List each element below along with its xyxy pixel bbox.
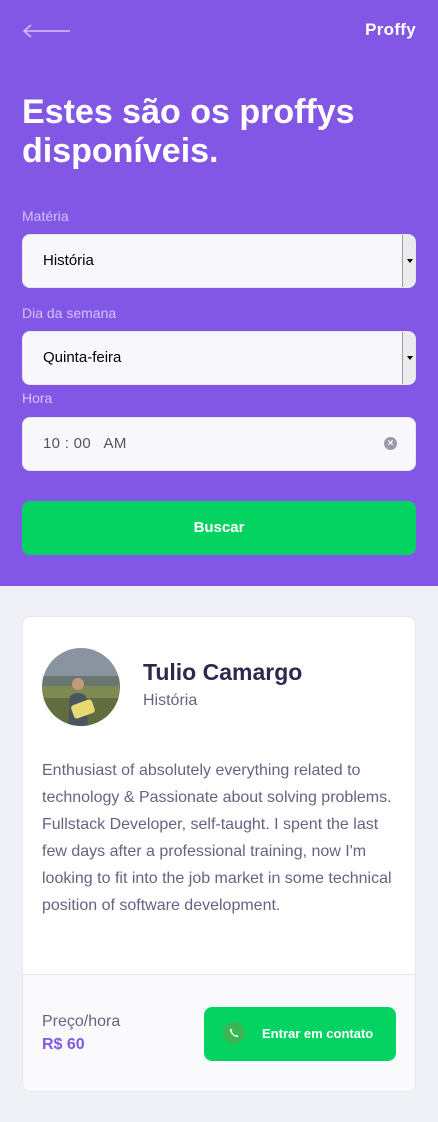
chevron-down-icon[interactable] (402, 332, 415, 384)
weekday-label: Dia da semana (22, 305, 117, 321)
price-value: R$ 60 (42, 1036, 85, 1053)
card-footer: Preço/hora R$ 60 Entrar em contato (23, 974, 415, 1091)
price-label: Preço/hora (42, 1013, 121, 1030)
page-header: Proffy Estes são os proffys disponíveis.… (0, 0, 438, 586)
chevron-down-icon[interactable] (402, 235, 415, 287)
search-button[interactable]: Buscar (22, 501, 416, 555)
avatar (42, 648, 120, 726)
subject-select-value: História (43, 252, 94, 269)
contact-button[interactable]: Entrar em contato (204, 1007, 396, 1061)
teacher-card: Tulio Camargo História Enthusiast of abs… (22, 616, 416, 1092)
weekday-select-value: Quinta-feira (43, 349, 122, 366)
contact-button-label: Entrar em contato (262, 1026, 374, 1041)
teacher-subject: História (143, 692, 198, 709)
teacher-name: Tulio Camargo (143, 659, 303, 685)
subject-label: Matéria (22, 208, 69, 224)
arrow-left-icon[interactable] (22, 22, 72, 40)
clear-icon[interactable]: × (384, 437, 397, 450)
subject-select[interactable]: História (22, 234, 416, 288)
page-title: Estes são os proffys disponíveis. (22, 93, 355, 170)
time-input-value: 10 : 00 AM (43, 435, 127, 452)
time-input[interactable]: 10 : 00 AM × (22, 417, 416, 471)
time-label: Hora (22, 390, 53, 406)
weekday-select[interactable]: Quinta-feira (22, 331, 416, 385)
teacher-bio: Enthusiast of absolutely everything rela… (42, 762, 392, 914)
whatsapp-icon (223, 1022, 245, 1044)
logo: Proffy (365, 20, 416, 39)
